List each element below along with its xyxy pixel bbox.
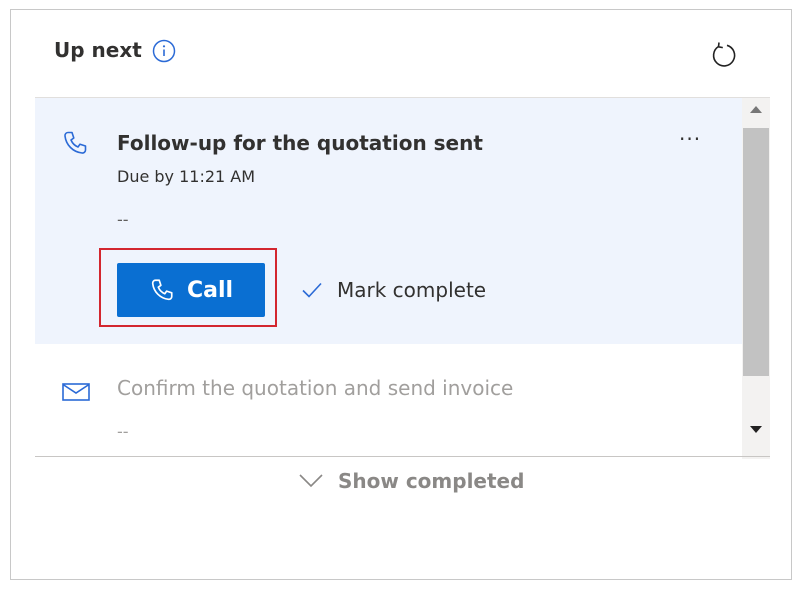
panel-title: Up next (54, 38, 142, 62)
phone-icon (151, 279, 173, 301)
task-title: Confirm the quotation and send invoice (117, 376, 514, 400)
task-description: -- (117, 422, 129, 441)
task-list: Follow-up for the quotation sent Due by … (35, 97, 770, 459)
task-description: -- (117, 210, 129, 229)
show-completed-toggle[interactable]: Show completed (298, 469, 524, 493)
scroll-up-arrow-icon[interactable] (750, 106, 762, 113)
refresh-icon[interactable] (708, 39, 738, 69)
task-title: Follow-up for the quotation sent (117, 131, 483, 155)
checkmark-icon (302, 282, 322, 298)
divider (35, 456, 770, 457)
task-card-active[interactable]: Follow-up for the quotation sent Due by … (35, 98, 742, 344)
mark-complete-button[interactable]: Mark complete (301, 278, 486, 302)
info-icon[interactable] (152, 39, 176, 63)
mail-icon (61, 380, 91, 404)
more-options-button[interactable]: ··· (679, 127, 709, 151)
scroll-down-arrow-icon[interactable] (750, 426, 762, 433)
task-due-time: Due by 11:21 AM (117, 167, 256, 186)
call-button-label: Call (186, 277, 234, 303)
vertical-scrollbar[interactable] (742, 98, 770, 459)
show-completed-label: Show completed (338, 469, 525, 493)
call-button[interactable]: Call (117, 263, 265, 317)
task-card[interactable]: Confirm the quotation and send invoice -… (35, 344, 742, 459)
phone-icon (61, 129, 89, 157)
chevron-down-icon (299, 474, 323, 488)
scrollbar-thumb[interactable] (743, 128, 769, 376)
mark-complete-label: Mark complete (337, 278, 487, 302)
up-next-panel: Up next Follow-up for the quotation sent… (10, 9, 792, 580)
